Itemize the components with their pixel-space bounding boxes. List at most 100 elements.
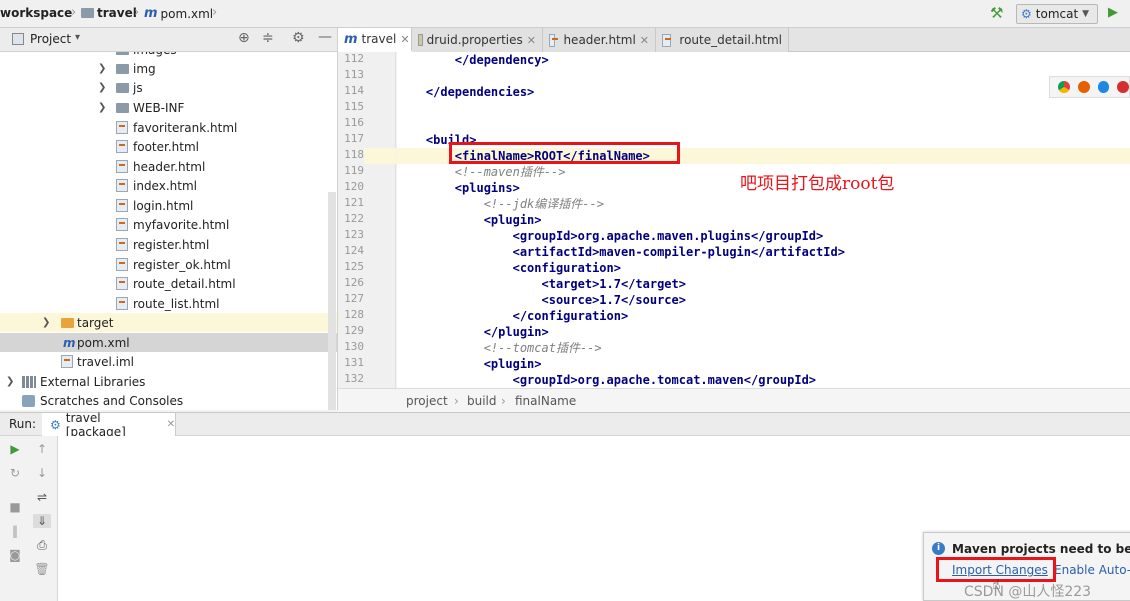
editor-breadcrumb-build[interactable]: build [467, 394, 497, 408]
firefox-icon[interactable] [1077, 81, 1090, 93]
gear-icon[interactable]: ⚙ [292, 30, 305, 46]
down-arrow-icon[interactable]: ↓ [33, 466, 51, 480]
stop-icon[interactable]: ■ [6, 500, 24, 514]
line-number: 122 [344, 212, 364, 225]
scroll-to-end-icon[interactable]: ⇓ [33, 514, 51, 528]
chevron-right-icon: › [134, 5, 140, 20]
tree-item-html[interactable]: route_detail.html [0, 274, 337, 293]
html-file-icon [116, 160, 128, 173]
html-file-icon [116, 258, 128, 271]
navigation-bar: workspace › travel › m pom.xml › ⚒ ⚙ tomc… [0, 0, 1130, 28]
code-editor[interactable]: </dependency> </dependencies> <build> <f… [397, 52, 1130, 388]
close-icon[interactable]: ✕ [640, 34, 649, 47]
tree-item-html[interactable]: route_list.html [0, 294, 337, 313]
close-icon[interactable]: ✕ [167, 419, 175, 430]
trash-icon[interactable]: 🗑 [33, 562, 51, 576]
print-icon[interactable]: ⎙ [33, 538, 51, 553]
opera-icon[interactable] [1117, 81, 1129, 93]
tree-item-external-libraries[interactable]: ❯ External Libraries [0, 372, 337, 391]
editor-breadcrumb-project[interactable]: project [406, 394, 448, 408]
notification-title: Maven projects need to be imp [952, 542, 1130, 556]
run-panel-header: Run: ⚙ travel [package] ✕ [0, 411, 1130, 439]
code-line: <target>1.7</target> [397, 277, 686, 291]
tree-item-label: register_ok.html [133, 257, 231, 272]
annotation-text: 吧项目打包成root包 [740, 174, 895, 194]
tab-route-detail-html[interactable]: route_detail.html [656, 28, 789, 52]
tree-item-html[interactable]: header.html [0, 157, 337, 176]
run-tab-travel-package[interactable]: ⚙ travel [package] ✕ [42, 411, 176, 439]
run-icon[interactable]: ▶ [1108, 5, 1118, 20]
line-number: 124 [344, 244, 364, 257]
minimize-icon[interactable]: — [318, 29, 332, 45]
tab-label: druid.properties [426, 33, 523, 47]
line-number: 119 [344, 164, 364, 177]
close-icon[interactable]: ✕ [400, 33, 409, 46]
tree-item-html[interactable]: index.html [0, 176, 337, 195]
build-hammer-icon[interactable]: ⚒ [990, 4, 1003, 22]
rerun-icon[interactable]: ▶ [6, 442, 24, 456]
editor-breadcrumb-finalname[interactable]: finalName [515, 394, 576, 408]
tree-item-html[interactable]: footer.html [0, 137, 337, 156]
chevron-down-icon: ▼ [1082, 9, 1090, 19]
project-panel-title[interactable]: Project [30, 32, 71, 46]
tomcat-gear-icon: ⚙ [1021, 7, 1032, 21]
gear-icon: ⚙ [50, 417, 61, 432]
breadcrumb-file[interactable]: m pom.xml [144, 6, 213, 21]
tree-item-js[interactable]: ❯ js [0, 78, 337, 97]
tree-item-html[interactable]: login.html [0, 196, 337, 215]
tab-druid-properties[interactable]: druid.properties ✕ [412, 28, 543, 52]
run-configuration-dropdown[interactable]: ⚙ tomcat ▼ [1016, 4, 1098, 24]
tree-item-html[interactable]: favoriterank.html [0, 118, 337, 137]
tab-travel[interactable]: m travel ✕ [338, 28, 412, 52]
project-tree: › images ❯ img ❯ js ❯ WEB-INF favoriterank.h… [0, 52, 338, 410]
html-file-icon [116, 218, 128, 231]
tree-item-html[interactable]: register_ok.html [0, 255, 337, 274]
chevron-right-icon: › [212, 5, 218, 20]
tree-item-scratches[interactable]: Scratches and Consoles [0, 391, 337, 410]
tree-item-target[interactable]: ❯ target [0, 313, 337, 332]
tree-item-label: travel.iml [77, 354, 134, 369]
tree-item-web-inf[interactable]: ❯ WEB-INF [0, 98, 337, 117]
tree-item-label: External Libraries [40, 374, 146, 389]
editor-tabs: m travel ✕ druid.properties ✕ header.html ✕ … [338, 28, 1130, 52]
tree-item-html[interactable]: myfavorite.html [0, 215, 337, 234]
close-icon[interactable]: ✕ [527, 34, 536, 47]
chrome-icon[interactable] [1058, 81, 1070, 93]
run-panel-label: Run: [9, 417, 37, 431]
tab-label: travel [361, 32, 397, 46]
tree-item-pom[interactable]: m pom.xml [0, 333, 337, 352]
breadcrumb-workspace-label: workspace [0, 6, 73, 20]
breadcrumb-workspace[interactable]: workspace [0, 6, 72, 20]
chevron-down-icon[interactable]: ▾ [75, 32, 80, 43]
tree-item-iml[interactable]: travel.iml [0, 352, 337, 371]
library-icon [22, 375, 36, 388]
breadcrumb-file-label: pom.xml [160, 6, 214, 21]
chevron-right-icon: › [501, 394, 506, 408]
tree-item-images[interactable]: › images [0, 52, 337, 59]
html-file-icon [116, 199, 128, 212]
line-number: 121 [344, 196, 364, 209]
line-number: 132 [344, 372, 364, 385]
rerun-failed-icon[interactable]: ↻ [6, 466, 24, 480]
up-arrow-icon[interactable]: ↑ [33, 442, 51, 456]
breadcrumb-travel[interactable]: travel [81, 6, 137, 20]
enable-auto-import-link[interactable]: Enable Auto-I [1054, 563, 1130, 577]
code-line: </plugin> [397, 325, 549, 339]
tree-item-html[interactable]: register.html [0, 235, 337, 254]
tree-scrollbar[interactable] [328, 192, 336, 410]
pause-icon[interactable]: ‖ [6, 524, 24, 538]
locate-icon[interactable]: ⊕ [238, 30, 250, 46]
tree-item-label: footer.html [133, 139, 199, 154]
tree-item-label: WEB-INF [133, 100, 185, 115]
tree-item-label: pom.xml [77, 335, 130, 350]
maven-import-notification: i Maven projects need to be imp Import C… [923, 532, 1130, 601]
tab-header-html[interactable]: header.html ✕ [543, 28, 656, 52]
collapse-all-icon[interactable]: ≑ [262, 30, 274, 46]
line-number: 126 [344, 276, 364, 289]
tree-item-img[interactable]: ❯ img [0, 59, 337, 78]
safari-icon[interactable] [1097, 81, 1110, 93]
soft-wrap-icon[interactable]: ⇌ [33, 490, 51, 504]
camera-icon[interactable]: ◙ [6, 548, 24, 562]
